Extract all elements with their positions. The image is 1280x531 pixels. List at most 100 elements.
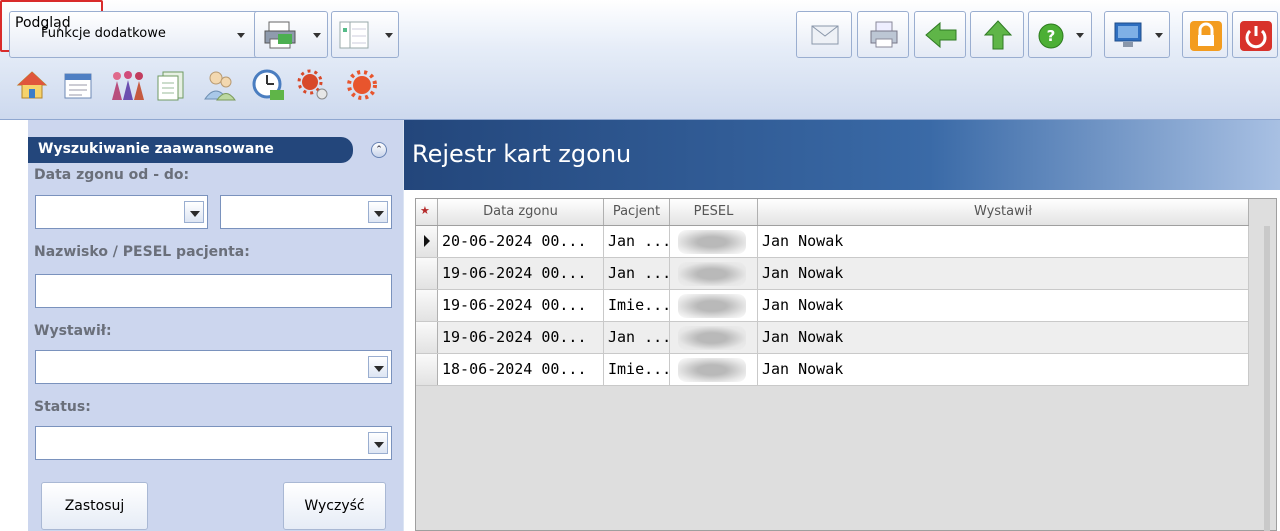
cell-pesel xyxy=(670,226,758,257)
monitor-dropdown-button[interactable] xyxy=(1104,11,1170,58)
row-selector[interactable] xyxy=(416,290,438,321)
patient-search-input[interactable] xyxy=(35,274,392,308)
column-header-patient[interactable]: Pacjent xyxy=(604,199,670,225)
column-header-date[interactable]: Data zgonu xyxy=(438,199,604,225)
podglad-label: Podgląd xyxy=(15,15,71,31)
redacted-pesel xyxy=(678,326,746,350)
cell-date: 19-06-2024 00... xyxy=(438,322,604,353)
redacted-pesel xyxy=(678,262,746,286)
patient-search-label: Nazwisko / PESEL pacjenta: xyxy=(34,244,250,260)
cell-issuer: Jan Nowak xyxy=(758,290,1249,321)
table-row[interactable]: 18-06-2024 00... Imie... Jan Nowak xyxy=(416,354,1249,386)
cell-date: 18-06-2024 00... xyxy=(438,354,604,385)
virus-button[interactable] xyxy=(344,62,377,104)
row-selector[interactable] xyxy=(416,354,438,385)
virus-gear-icon xyxy=(297,69,328,100)
mail-button[interactable] xyxy=(796,11,852,58)
back-arrow-icon xyxy=(925,21,957,49)
printer-small-button[interactable] xyxy=(857,11,909,58)
page-title: Rejestr kart zgonu xyxy=(412,140,632,168)
table-row[interactable]: 19-06-2024 00... Jan ... Jan Nowak xyxy=(416,322,1249,354)
row-selector[interactable] xyxy=(416,322,438,353)
back-button[interactable] xyxy=(914,11,966,58)
date-range-label: Data zgonu od - do: xyxy=(34,167,190,183)
up-button[interactable] xyxy=(970,11,1024,58)
column-header-issuer[interactable]: Wystawił xyxy=(758,199,1249,225)
row-selector[interactable] xyxy=(416,258,438,289)
filter-panel-title: Wyszukiwanie zaawansowane xyxy=(28,137,353,163)
users-button[interactable] xyxy=(202,62,236,104)
cell-issuer: Jan Nowak xyxy=(758,226,1249,257)
chevron-down-icon xyxy=(385,33,393,38)
layout-grid-icon xyxy=(339,21,369,49)
cell-patient: Jan ... xyxy=(604,226,670,257)
print-dropdown-button[interactable] xyxy=(254,11,328,58)
cell-patient: Imie... xyxy=(604,290,670,321)
column-header-pesel[interactable]: PESEL xyxy=(670,199,758,225)
cell-patient: Imie... xyxy=(604,354,670,385)
cell-issuer: Jan Nowak xyxy=(758,258,1249,289)
dropdown-arrow-icon[interactable] xyxy=(184,201,204,223)
death-cards-grid: ★ Data zgonu Pacjent PESEL Wystawił 20-0… xyxy=(415,198,1277,531)
chevron-down-icon xyxy=(237,33,245,38)
dropdown-arrow-icon[interactable] xyxy=(368,356,388,378)
apply-button[interactable]: Zastosuj xyxy=(41,482,148,530)
table-row[interactable]: 19-06-2024 00... Imie... Jan Nowak xyxy=(416,290,1249,322)
home-icon xyxy=(16,71,48,99)
clock-button[interactable] xyxy=(250,62,284,104)
vertical-scrollbar[interactable] xyxy=(1264,226,1270,531)
documents-icon xyxy=(157,71,184,101)
help-icon: ? xyxy=(1038,23,1064,49)
users-icon xyxy=(204,71,236,101)
chevron-down-icon xyxy=(313,33,321,38)
cell-date: 20-06-2024 00... xyxy=(438,226,604,257)
virus-person-button[interactable] xyxy=(296,62,328,104)
cell-pesel xyxy=(670,290,758,321)
status-label: Status: xyxy=(34,399,91,415)
clock-icon xyxy=(252,69,284,100)
date-to-field[interactable] xyxy=(220,195,392,229)
patients-icon xyxy=(112,71,144,100)
new-row-indicator: ★ xyxy=(416,199,438,225)
grid-header: ★ Data zgonu Pacjent PESEL Wystawił xyxy=(416,199,1249,226)
power-button[interactable] xyxy=(1232,11,1278,58)
cell-date: 19-06-2024 00... xyxy=(438,290,604,321)
table-row[interactable]: 20-06-2024 00... Jan ... Jan Nowak xyxy=(416,226,1249,258)
page-header: Rejestr kart zgonu xyxy=(404,120,1280,190)
help-dropdown-button[interactable]: ? xyxy=(1028,11,1092,58)
lock-icon xyxy=(1190,21,1222,51)
clear-button[interactable]: Wyczyść xyxy=(283,482,386,530)
status-select[interactable] xyxy=(35,426,392,460)
cell-pesel xyxy=(670,322,758,353)
patients-button[interactable] xyxy=(108,62,144,104)
printer-icon xyxy=(264,21,296,49)
virus-icon xyxy=(347,70,377,100)
redacted-pesel xyxy=(678,230,746,254)
layout-dropdown-button[interactable] xyxy=(331,11,399,58)
power-icon xyxy=(1240,21,1272,51)
cell-pesel xyxy=(670,354,758,385)
collapse-icon[interactable]: ⌃ xyxy=(371,142,387,158)
star-icon: ★ xyxy=(420,204,430,217)
cell-issuer: Jan Nowak xyxy=(758,354,1249,385)
home-button[interactable] xyxy=(16,62,48,104)
dropdown-arrow-icon[interactable] xyxy=(368,201,388,223)
dropdown-arrow-icon[interactable] xyxy=(368,432,388,454)
chevron-down-icon xyxy=(1155,33,1163,38)
issuer-select[interactable] xyxy=(35,350,392,384)
printer-small-icon xyxy=(870,21,898,48)
svg-text:?: ? xyxy=(1047,27,1056,45)
filter-sidebar: Wyszukiwanie zaawansowane ⌃ Data zgonu o… xyxy=(0,120,403,531)
main-panel: Rejestr kart zgonu ★ Data zgonu Pacjent … xyxy=(404,120,1280,531)
documents-button[interactable] xyxy=(154,62,186,104)
mail-icon xyxy=(811,25,839,45)
row-selector[interactable] xyxy=(416,226,438,257)
issuer-label: Wystawił: xyxy=(34,323,112,339)
calendar-list-icon xyxy=(64,73,92,99)
calendar-list-button[interactable] xyxy=(62,62,94,104)
chevron-down-icon xyxy=(1076,33,1084,38)
toolbar: Funkcje dodatkowe ? Podgląd xyxy=(0,0,1280,120)
lock-button[interactable] xyxy=(1182,11,1228,58)
table-row[interactable]: 19-06-2024 00... Jan ... Jan Nowak xyxy=(416,258,1249,290)
date-from-field[interactable] xyxy=(35,195,208,229)
